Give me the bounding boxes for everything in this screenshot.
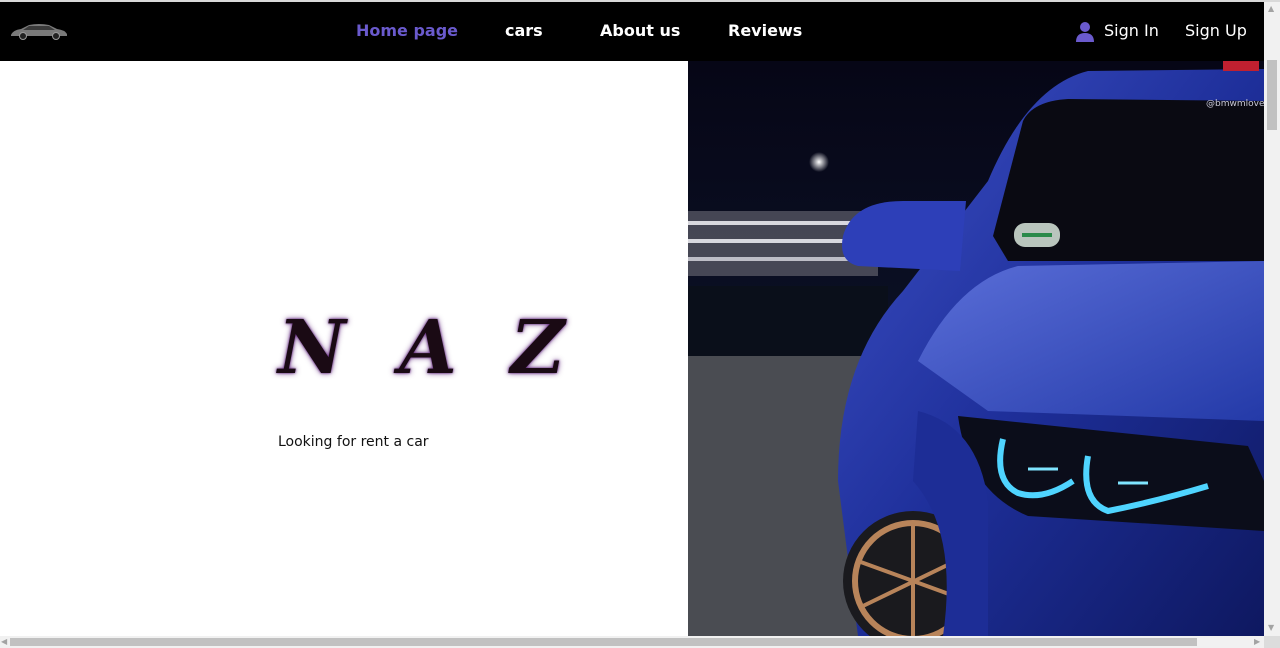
nav-reviews[interactable]: Reviews [728, 21, 802, 41]
horizontal-scrollbar[interactable]: ◀ ▶ [0, 636, 1280, 648]
hero-tagline: Looking for rent a car [278, 434, 429, 450]
scroll-left-arrow-icon[interactable]: ◀ [1, 638, 7, 646]
sign-in-link[interactable]: Sign In [1104, 21, 1159, 41]
horizontal-scroll-thumb[interactable] [10, 638, 1197, 646]
sign-up-link[interactable]: Sign Up [1185, 21, 1247, 41]
scroll-up-arrow-icon[interactable]: ▲ [1268, 5, 1274, 13]
nav-cars[interactable]: cars [505, 21, 543, 41]
navbar: Home page cars About us Reviews Sign In … [0, 2, 1264, 61]
scroll-down-arrow-icon[interactable]: ▼ [1268, 624, 1274, 632]
scrollbar-corner [1264, 636, 1280, 648]
nav-about-us[interactable]: About us [600, 21, 680, 41]
hero-text-panel: N A Z Looking for rent a car [0, 61, 688, 636]
blue-sports-car-image: @bmwmlove [688, 61, 1264, 636]
car-logo-icon[interactable] [9, 20, 69, 42]
brand-title: N A Z [278, 305, 579, 391]
vertical-scrollbar[interactable]: ▲ ▼ [1264, 2, 1280, 636]
user-icon[interactable] [1075, 21, 1095, 43]
watermark-text: @bmwmlove [1206, 99, 1264, 109]
vertical-scroll-thumb[interactable] [1267, 60, 1277, 130]
nav-home-page[interactable]: Home page [356, 21, 458, 41]
scroll-right-arrow-icon[interactable]: ▶ [1254, 638, 1260, 646]
